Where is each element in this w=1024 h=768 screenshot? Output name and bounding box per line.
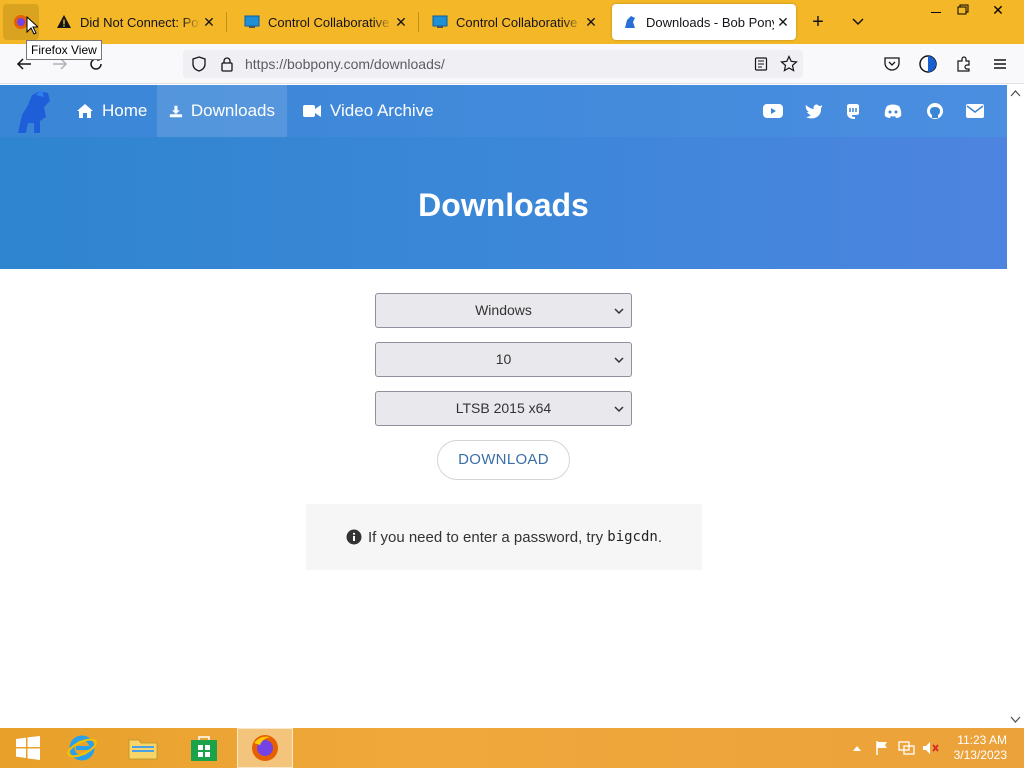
tab-separator [418,12,419,32]
download-icon [169,105,183,117]
video-camera-icon [303,105,321,117]
menu-hamburger-icon[interactable] [988,52,1012,76]
chevron-down-icon [614,406,624,413]
tab-downloads-bob-pony[interactable]: Downloads - Bob Pony ✕ [612,4,796,40]
tab-collab-vm-1[interactable]: Control Collaborative Virtual Machine ✕ [234,4,414,40]
hero-banner: Downloads [0,137,1007,269]
navigation-toolbar: https://bobpony.com/downloads/ [0,44,1024,84]
warning-icon [57,15,71,28]
bob-pony-logo[interactable] [10,87,60,137]
nav-home[interactable]: Home [64,85,159,137]
internet-explorer-icon [67,735,97,761]
password-code: bigcdn [607,529,658,545]
vertical-scrollbar[interactable] [1007,85,1024,728]
restore-icon[interactable] [950,2,974,18]
taskbar-firefox[interactable] [237,728,293,768]
page-title: Downloads [418,187,589,223]
version-select[interactable]: 10 [375,342,632,377]
network-icon[interactable] [898,740,916,756]
github-icon[interactable] [924,100,946,122]
chevron-down-icon [614,308,624,315]
select-value: Windows [475,302,532,318]
tracking-protection-shield-icon[interactable] [191,56,207,72]
clock-time: 11:23 AM [957,733,1007,747]
lock-icon[interactable] [219,56,235,72]
close-tab-icon[interactable]: ✕ [582,14,600,31]
store-icon [191,736,217,761]
info-icon [346,529,362,545]
discord-icon[interactable] [882,100,904,122]
system-clock[interactable]: 11:23 AM 3/13/2023 [954,733,1007,763]
notice-suffix: . [657,528,663,546]
select-value: LTSB 2015 x64 [455,400,552,416]
file-explorer-icon [128,739,158,760]
start-icon [16,736,40,760]
nav-label: Home [102,101,148,120]
list-all-tabs-icon[interactable] [846,8,870,36]
new-tab-icon[interactable]: + [806,8,830,36]
close-window-icon[interactable]: ✕ [986,2,1010,20]
tab-label: Control Collaborative Virtual Machine [268,14,392,30]
home-icon [77,104,93,118]
youtube-icon[interactable] [762,100,784,122]
os-select[interactable]: Windows [375,293,632,328]
nav-downloads[interactable]: Downloads [157,85,287,137]
show-hidden-icons-icon[interactable] [852,744,862,752]
tab-separator [226,12,227,32]
tab-collab-vm-2[interactable]: Control Collaborative Virtual Machine ✕ [422,4,604,40]
account-icon[interactable] [916,52,940,76]
reader-view-icon[interactable] [753,56,769,72]
bob-pony-favicon-icon [625,16,635,28]
chevron-down-icon [614,357,624,364]
tab-strip: Did Not Connect: Potential Security Issu… [0,0,1024,44]
email-icon[interactable] [964,100,986,122]
clock-date: 3/13/2023 [953,748,1007,762]
taskbar: 11:23 AM 3/13/2023 [0,728,1024,768]
taskbar-store[interactable] [176,728,232,768]
download-button[interactable]: DOWNLOAD [437,440,570,480]
close-tab-icon[interactable]: ✕ [200,14,218,31]
url-text: https://bobpony.com/downloads/ [245,56,445,72]
tab-label: Did Not Connect: Potential Security Issu… [80,14,200,30]
scroll-up-icon[interactable] [1010,89,1021,97]
web-page: Home Downloads Video Archive Downloads W… [0,85,1007,728]
taskbar-internet-explorer[interactable] [54,728,110,768]
password-notice: If you need to enter a password, try big… [306,504,702,570]
notice-text: If you need to enter a password, try [367,528,608,546]
minimize-icon[interactable] [924,4,948,20]
monitor-icon [432,15,448,28]
close-tab-icon[interactable]: ✕ [392,14,410,31]
twitter-icon[interactable] [803,100,825,122]
site-navbar: Home Downloads Video Archive [0,85,1007,137]
firefox-icon [252,735,278,761]
close-tab-icon[interactable]: ✕ [774,14,792,31]
mouse-cursor-icon [26,16,38,35]
bookmark-star-icon[interactable] [780,55,798,73]
tab-security-issue[interactable]: Did Not Connect: Potential Security Issu… [46,4,222,40]
select-value: 10 [495,351,512,367]
taskbar-file-explorer[interactable] [115,728,171,768]
start-button[interactable] [0,728,56,768]
nav-video-archive[interactable]: Video Archive [290,85,446,137]
firefox-view-tooltip: Firefox View [26,40,102,60]
tab-label: Control Collaborative Virtual Machine [456,14,582,30]
extensions-icon[interactable] [952,52,976,76]
nav-label: Video Archive [330,101,434,120]
action-center-flag-icon[interactable] [874,740,890,756]
edition-select[interactable]: LTSB 2015 x64 [375,391,632,426]
scroll-down-icon[interactable] [1010,716,1021,724]
nav-label: Downloads [190,101,275,120]
pocket-icon[interactable] [880,52,904,76]
mastodon-icon[interactable] [842,100,864,122]
tab-label: Downloads - Bob Pony [646,14,774,30]
url-bar[interactable]: https://bobpony.com/downloads/ [183,50,803,78]
monitor-icon [244,15,260,28]
volume-muted-icon[interactable] [922,740,940,756]
